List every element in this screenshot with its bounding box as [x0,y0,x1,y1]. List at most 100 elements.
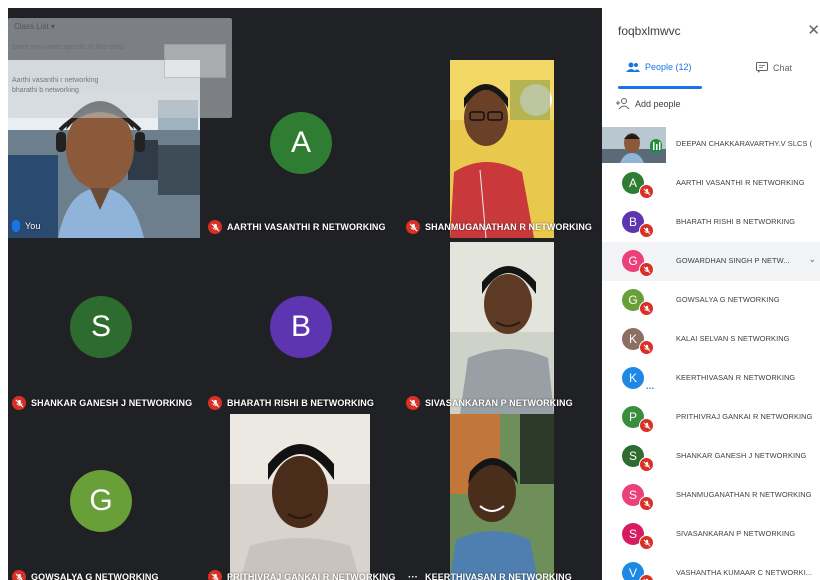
participant-name: KEERTHIVASAN R NETWORKING [676,373,796,382]
overlay-note-line: Aarthi vasanthi r networking [12,77,99,84]
participant-tile[interactable]: SIVASANKARAN P NETWORKING [402,242,602,414]
close-icon[interactable]: ✕ [807,21,820,39]
add-people-label: Add people [635,98,681,109]
avatar: B [270,296,332,358]
avatar-initial: S [90,310,111,343]
tile-name-label: BHARATH RISHI B NETWORKING [208,396,374,410]
tile-name: SHANMUGANATHAN R NETWORKING [425,222,593,232]
overlay-note-line: bharathi b networking [12,87,79,94]
mic-off-icon [639,301,654,316]
tile-name: SIVASANKARAN P NETWORKING [425,398,573,408]
participant-video-thumbnail [602,127,666,163]
participant-tile[interactable]: ··· KEERTHIVASAN R NETWORKING [402,414,602,580]
tile-name: SHANKAR GANESH J NETWORKING [31,398,193,408]
mic-off-icon [208,396,222,410]
participant-name: AARTHI VASANTHI R NETWORKING [676,178,805,187]
participant-row[interactable]: P PRITHIVRAJ GANKAI R NETWORKING [602,398,820,437]
class-list-overlay[interactable]: Class List ▾ Enter any notes specific to… [8,18,232,118]
mic-on-icon [12,220,20,232]
participant-name: SHANKAR GANESH J NETWORKING [676,451,807,460]
participant-row[interactable]: K… KEERTHIVASAN R NETWORKING [602,359,820,398]
participant-list: DEEPAN CHAKKARAVARTHY.V SLCS ( A AARTHI VA… [602,125,820,580]
participant-name: PRITHIVRAJ GANKAI R NETWORKING [676,412,813,421]
participant-row[interactable]: S SHANKAR GANESH J NETWORKING [602,437,820,476]
chevron-down-icon[interactable]: ⌄ [808,254,816,265]
tile-name-label: SIVASANKARAN P NETWORKING [406,396,573,410]
tile-name-label: SHANKAR GANESH J NETWORKING [12,396,192,410]
participant-name: KALAI SELVAN S NETWORKING [676,334,790,343]
meeting-code: foqbxlmwvc [618,24,681,38]
mic-off-icon [406,220,420,234]
participant-tile[interactable]: G GOWSALYA G NETWORKING [8,418,200,580]
tile-name: AARTHI VASANTHI R NETWORKING [227,222,386,232]
panel-tabs: People (12) Chat [602,56,820,90]
add-people-button[interactable]: Add people [616,98,681,109]
mic-off-icon [406,396,420,410]
participant-row[interactable]: G GOWARDHAN SINGH P NETW... ⌄ [602,242,820,281]
participant-row[interactable]: S SHANMUGANATHAN R NETWORKING [602,476,820,515]
participant-tile[interactable]: SHANMUGANATHAN R NETWORKING [402,60,602,238]
participant-row[interactable]: A AARTHI VASANTHI R NETWORKING [602,164,820,203]
mic-off-icon [639,457,654,472]
mic-off-icon [639,262,654,277]
mic-off-icon [639,496,654,511]
participant-name: SHANMUGANATHAN R NETWORKING [676,490,812,499]
tile-name-label: AARTHI VASANTHI R NETWORKING [208,220,386,234]
avatar-initial: G [89,484,113,517]
participant-name: BHARATH RISHI B NETWORKING [676,217,796,226]
participant-tile[interactable]: PRITHIVRAJ GANKAI R NETWORKING [204,414,400,580]
participant-tile[interactable]: S SHANKAR GANESH J NETWORKING [8,242,200,414]
mic-off-icon [208,570,222,580]
mic-off-icon [639,223,654,238]
people-panel: foqbxlmwvc ✕ People (12) Chat Add people… [602,8,820,580]
add-person-icon [616,98,630,109]
audio-activity-icon: … [645,380,655,391]
avatar: S [70,296,132,358]
participant-row[interactable]: K KALAI SELVAN S NETWORKING [602,320,820,359]
participant-row[interactable]: DEEPAN CHAKKARAVARTHY.V SLCS ( [602,125,820,164]
tab-chat[interactable]: Chat [756,62,792,73]
chat-icon [756,62,768,73]
tile-name: KEERTHIVASAN R NETWORKING [425,572,572,580]
participant-row[interactable]: S SIVASANKARAN P NETWORKING [602,515,820,554]
mic-off-icon [639,418,654,433]
participant-video-feed [450,242,554,414]
participant-name: DEEPAN CHAKKARAVARTHY.V SLCS ( [676,139,813,148]
mic-off-icon [12,570,26,580]
mic-off-icon [208,220,222,234]
participant-tile[interactable]: B BHARATH RISHI B NETWORKING [204,242,400,414]
participant-video-feed [450,414,554,580]
tile-name-label: ··· KEERTHIVASAN R NETWORKING [406,570,572,580]
tab-chat-label: Chat [773,62,793,73]
mic-off-icon [639,574,654,580]
participant-name: SIVASANKARAN P NETWORKING [676,529,796,538]
participant-row[interactable]: V VASHANTHA KUMAAR C NETWORKI... [602,554,820,580]
mic-off-icon [639,340,654,355]
tile-name-label: You [12,220,41,232]
avatar-initial: B [290,310,311,343]
tile-name-label: SHANMUGANATHAN R NETWORKING [406,220,592,234]
avatar: G [70,470,132,532]
mic-off-icon [639,184,654,199]
people-icon [626,62,640,72]
tile-name-label: PRITHIVRAJ GANKAI R NETWORKING [208,570,396,580]
participant-video-feed [230,414,370,580]
class-notes-hint: Enter any notes specific to this class [12,44,125,51]
participant-row[interactable]: G GOWSALYA G NETWORKING [602,281,820,320]
mic-off-icon [639,535,654,550]
participant-tile[interactable]: A AARTHI VASANTHI R NETWORKING [204,60,400,238]
participant-name: VASHANTHA KUMAAR C NETWORKI... [676,568,813,577]
tile-name: BHARATH RISHI B NETWORKING [227,398,374,408]
participant-name: GOWARDHAN SINGH P NETW... [676,256,790,265]
tab-people[interactable]: People (12) [626,62,692,72]
meeting-video-grid: You Class List ▾ Enter any notes specifi… [8,8,602,580]
class-list-dropdown[interactable]: Class List ▾ [14,22,55,31]
avatar: A [270,112,332,174]
more-options-icon[interactable]: ··· [406,570,420,580]
overlay-note-lines: Aarthi vasanthi r networking bharathi b … [12,76,98,96]
participant-video-feed [450,60,554,238]
tile-name: PRITHIVRAJ GANKAI R NETWORKING [227,572,396,580]
tile-name-label: GOWSALYA G NETWORKING [12,570,159,580]
mic-off-icon [12,396,26,410]
participant-row[interactable]: B BHARATH RISHI B NETWORKING [602,203,820,242]
